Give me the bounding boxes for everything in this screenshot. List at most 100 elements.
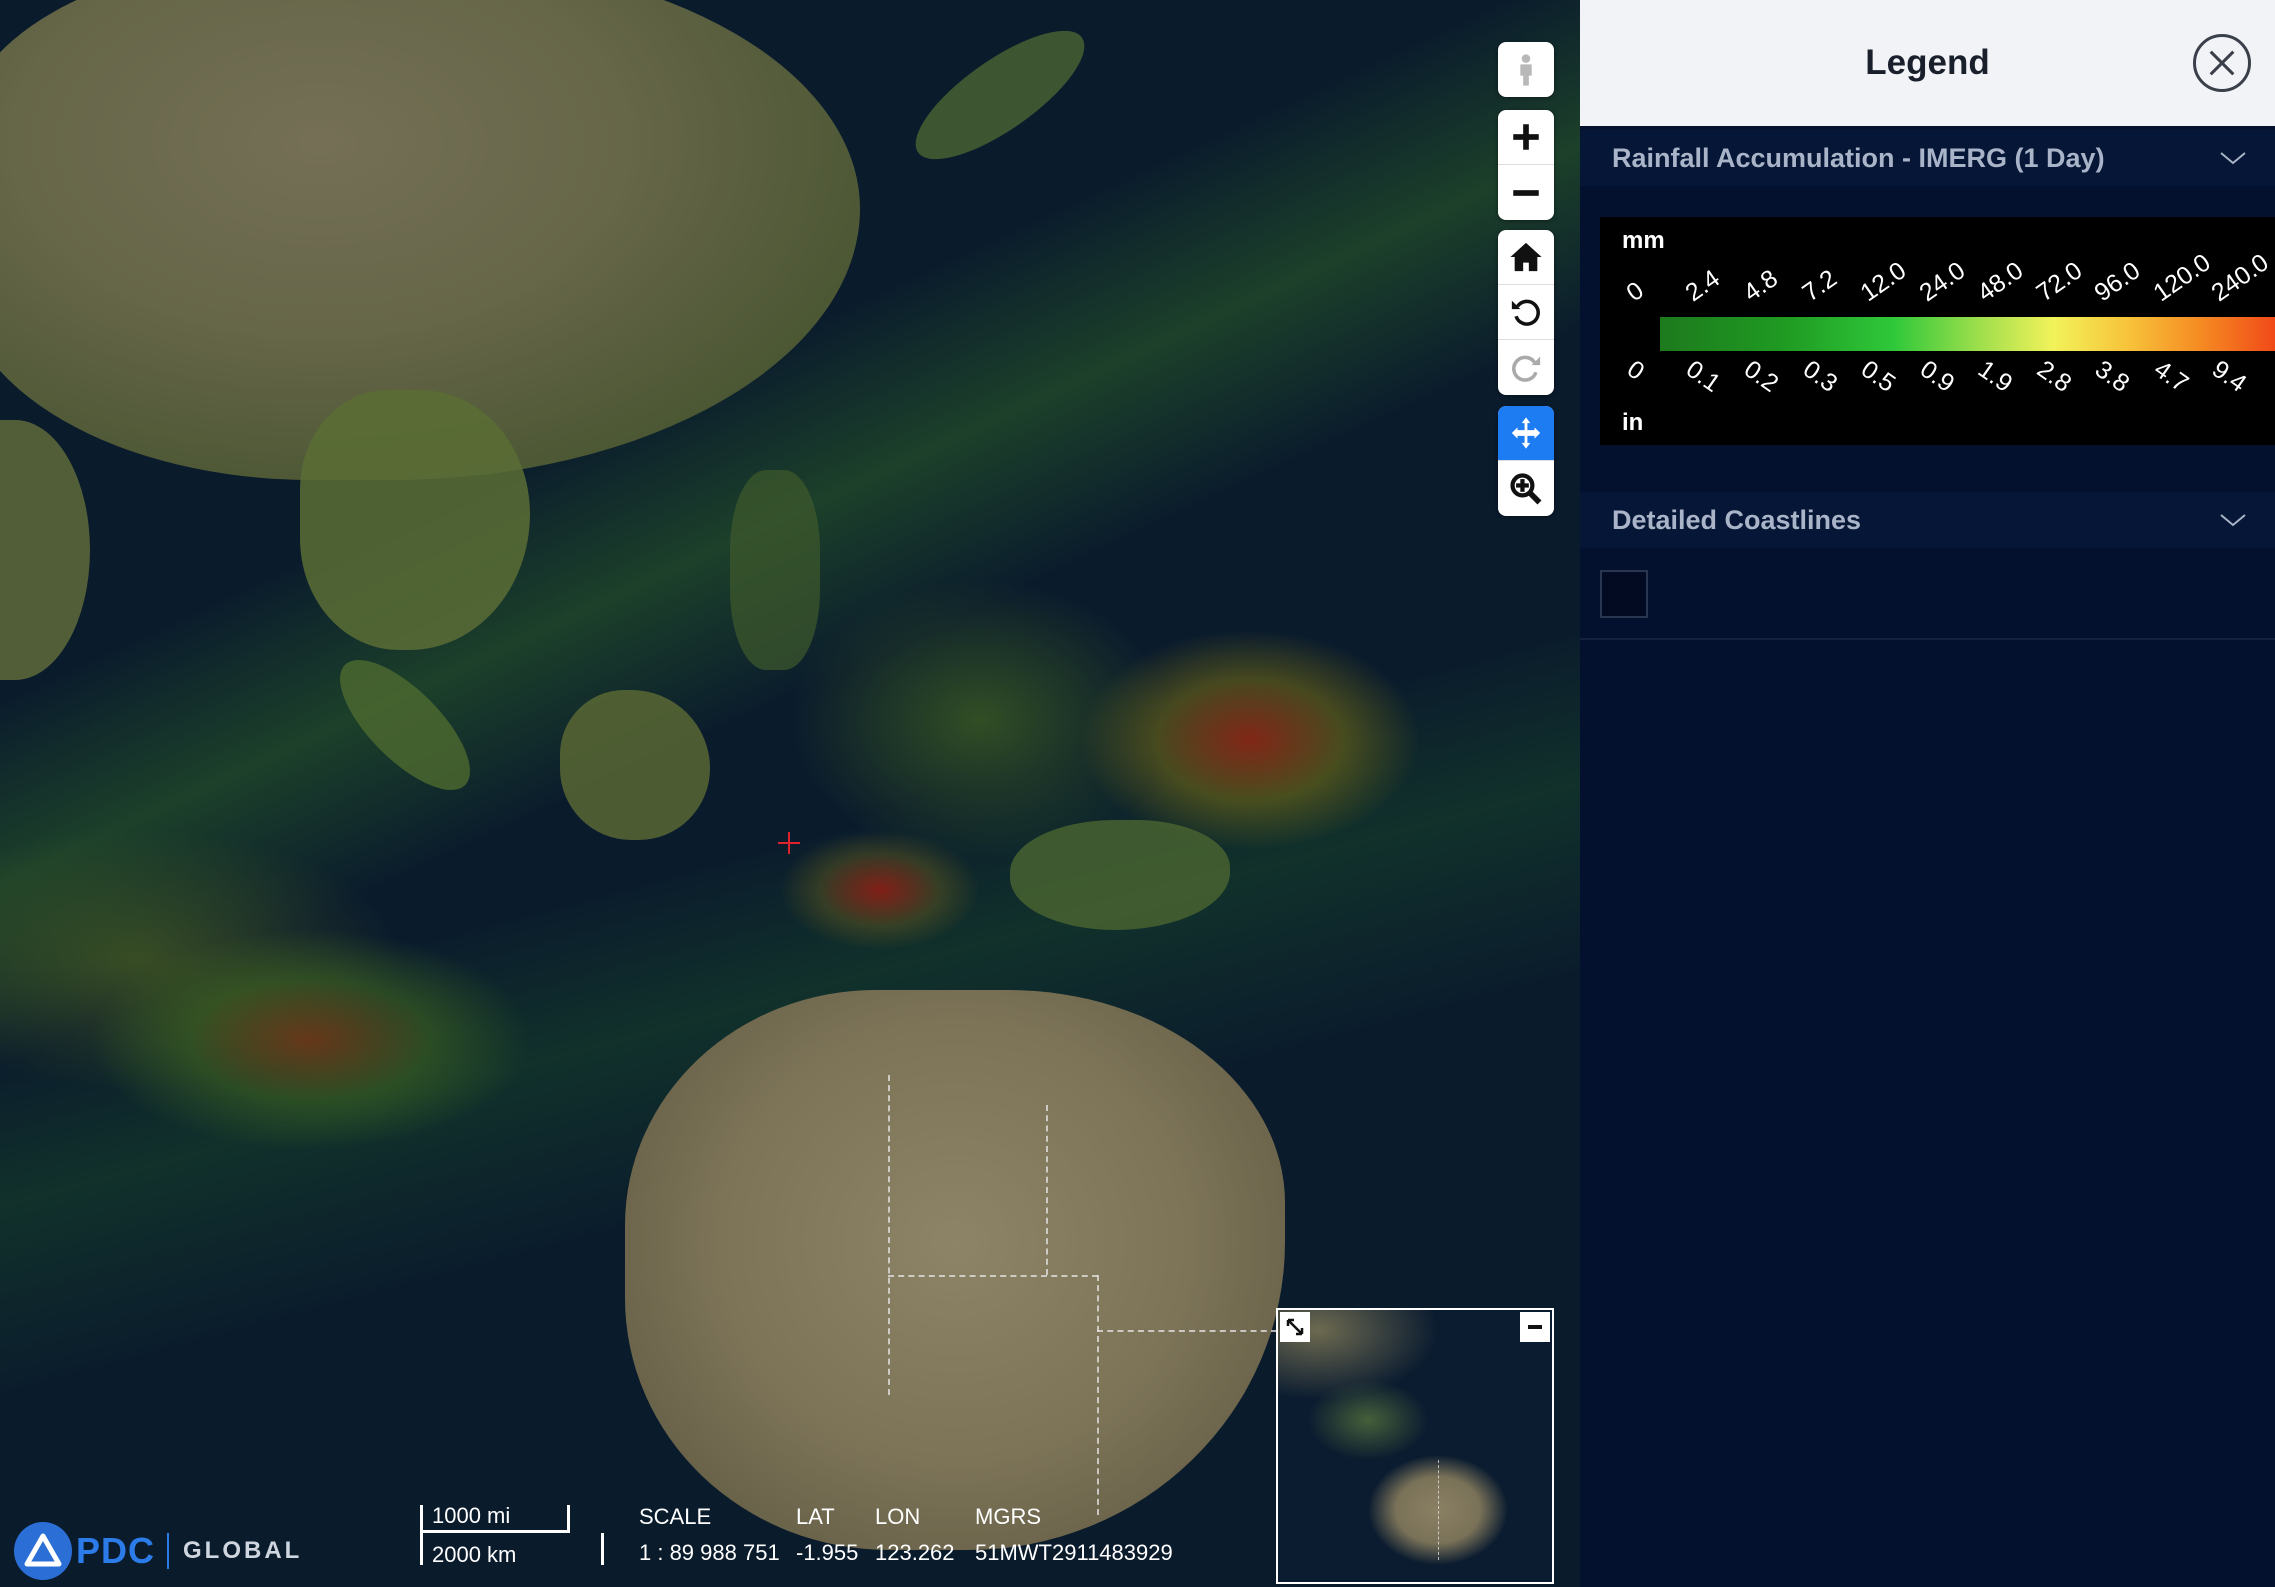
pdc-logo: PDC GLOBAL (14, 1522, 302, 1580)
mm-tick-label: 12.0 (1855, 256, 1912, 308)
legend-header: Legend (1580, 0, 2275, 126)
coastlines-checkbox[interactable] (1600, 570, 1648, 618)
zoom-box-icon (1510, 472, 1542, 504)
scale-miles-label: 1000 mi (432, 1503, 511, 1528)
lat-readout: LAT -1.955 (796, 1504, 858, 1566)
zoom-out-button[interactable] (1498, 165, 1554, 220)
rotate-cw-icon (1512, 355, 1541, 382)
mm-tick-label: 4.8 (1738, 264, 1783, 308)
state-border (1097, 1330, 1277, 1332)
in-tick-label: 0.3 (1797, 355, 1842, 398)
state-border (1097, 1275, 1099, 1515)
layer-rainfall-name: Rainfall Accumulation - IMERG (1 Day) (1612, 142, 2105, 173)
scale-header: SCALE (639, 1504, 712, 1529)
pegman-icon (1520, 53, 1532, 86)
land-sumatra (320, 640, 490, 810)
in-tick-label: 0.5 (1855, 355, 1901, 398)
state-border (1438, 1460, 1439, 1560)
chevron-down-icon (2220, 514, 2246, 527)
chevron-down-icon (2220, 152, 2246, 165)
street-view-control (1498, 42, 1554, 97)
color-ramp (1660, 317, 2275, 351)
crosshair-icon (778, 832, 800, 854)
rotate-right-button[interactable] (1498, 340, 1554, 395)
scale-readout: SCALE 1 : 89 988 751 (639, 1504, 780, 1566)
close-icon (2209, 50, 2235, 76)
overview-map[interactable] (1276, 1308, 1554, 1584)
expand-arrow-icon (1286, 1318, 1304, 1336)
layer-rainfall-header[interactable]: Rainfall Accumulation - IMERG (1 Day) (1580, 130, 2275, 186)
mm-tick-label: 240.0 (2206, 248, 2274, 308)
land-borneo (560, 690, 710, 840)
mgrs-header: MGRS (975, 1504, 1041, 1529)
minus-icon (1513, 189, 1539, 196)
home-icon (1510, 242, 1542, 272)
plus-icon (1513, 124, 1539, 150)
pdc-logo-mark (14, 1522, 72, 1580)
close-legend-button[interactable] (2193, 34, 2251, 92)
legend-title: Legend (1865, 43, 1990, 82)
pan-icon (1511, 417, 1541, 449)
unit-in: in (1622, 409, 1644, 436)
in-tick-label: 2.8 (2031, 355, 2076, 398)
in-tick-label: 0.9 (1914, 355, 1959, 398)
lat-value: -1.955 (796, 1540, 859, 1565)
mm-tick-label: 2.4 (1679, 264, 1725, 308)
lon-value: 123.262 (875, 1540, 955, 1565)
land-japan (898, 8, 1102, 182)
rainfall-color-scale: mm in 0 2.4 4.8 7.2 12.0 24.0 48.0 72.0 96.0 120.… (1600, 217, 2275, 445)
state-border (888, 1275, 1098, 1277)
mm-tick-label: 72.0 (2030, 256, 2087, 308)
in-tick-label: 9.4 (2206, 355, 2252, 398)
mgrs-readout: MGRS 51MWT2911483929 (975, 1504, 1173, 1566)
in-tick-label: 3.8 (2089, 355, 2135, 398)
overview-collapse-button[interactable] (1520, 1312, 1550, 1342)
layer-coastlines-header[interactable]: Detailed Coastlines (1580, 492, 2275, 548)
land-india (0, 420, 90, 680)
mm-tick-label: 24.0 (1913, 256, 1970, 308)
unit-mm: mm (1622, 227, 1665, 254)
lon-readout: LON 123.262 (875, 1504, 955, 1566)
land-australia (625, 990, 1285, 1550)
mm-tick-label: 48.0 (1972, 256, 2029, 308)
zoom-box-button[interactable] (1498, 461, 1554, 516)
rotate-left-button[interactable] (1498, 285, 1554, 340)
scale-value: 1 : 89 988 751 (639, 1540, 780, 1565)
state-border (1046, 1105, 1048, 1275)
land-indochina (300, 390, 530, 650)
state-border (888, 1075, 890, 1395)
mm-tick-label: 7.2 (1796, 264, 1842, 308)
scale-bar: 1000 mi 2000 km (420, 1503, 610, 1575)
in-tick-label: 4.7 (2148, 355, 2193, 398)
in-tick-label: 0.1 (1680, 355, 1725, 398)
tool-control (1498, 406, 1554, 516)
legend-panel: Legend Rainfall Accumulation - IMERG (1 … (1580, 0, 2275, 1587)
overview-expand-button[interactable] (1280, 1312, 1310, 1342)
logo-subtitle: GLOBAL (183, 1537, 303, 1564)
zoom-in-button[interactable] (1498, 110, 1554, 165)
logo-divider (167, 1533, 170, 1569)
in-tick-label: 0.2 (1738, 355, 1784, 398)
scale-km-label: 2000 km (432, 1542, 517, 1567)
lon-header: LON (875, 1504, 921, 1529)
logo-brand: PDC (76, 1530, 156, 1571)
view-control (1498, 230, 1554, 395)
zoom-control (1498, 110, 1554, 220)
minus-icon (1528, 1325, 1542, 1329)
land-philippines (730, 470, 820, 670)
triangle-logo-icon (24, 1533, 62, 1567)
map-canvas[interactable]: PDC GLOBAL 1000 mi 2000 km SCALE 1 : 89 … (0, 0, 1580, 1587)
mgrs-value: 51MWT2911483929 (975, 1540, 1173, 1565)
home-button[interactable] (1498, 230, 1554, 285)
in-tick-label: 1.9 (1972, 355, 2018, 398)
mm-tick-label: 0 (1621, 276, 1649, 308)
pan-tool-button[interactable] (1498, 406, 1554, 461)
street-view-button[interactable] (1498, 42, 1554, 97)
rotate-ccw-icon (1511, 299, 1540, 326)
mm-tick-label: 96.0 (2089, 256, 2146, 308)
lat-header: LAT (796, 1504, 835, 1529)
mm-tick-label: 120.0 (2147, 248, 2216, 308)
layer-coastlines-name: Detailed Coastlines (1612, 504, 1862, 535)
in-tick-label: 0 (1621, 355, 1650, 386)
land-new-guinea (1010, 820, 1230, 930)
